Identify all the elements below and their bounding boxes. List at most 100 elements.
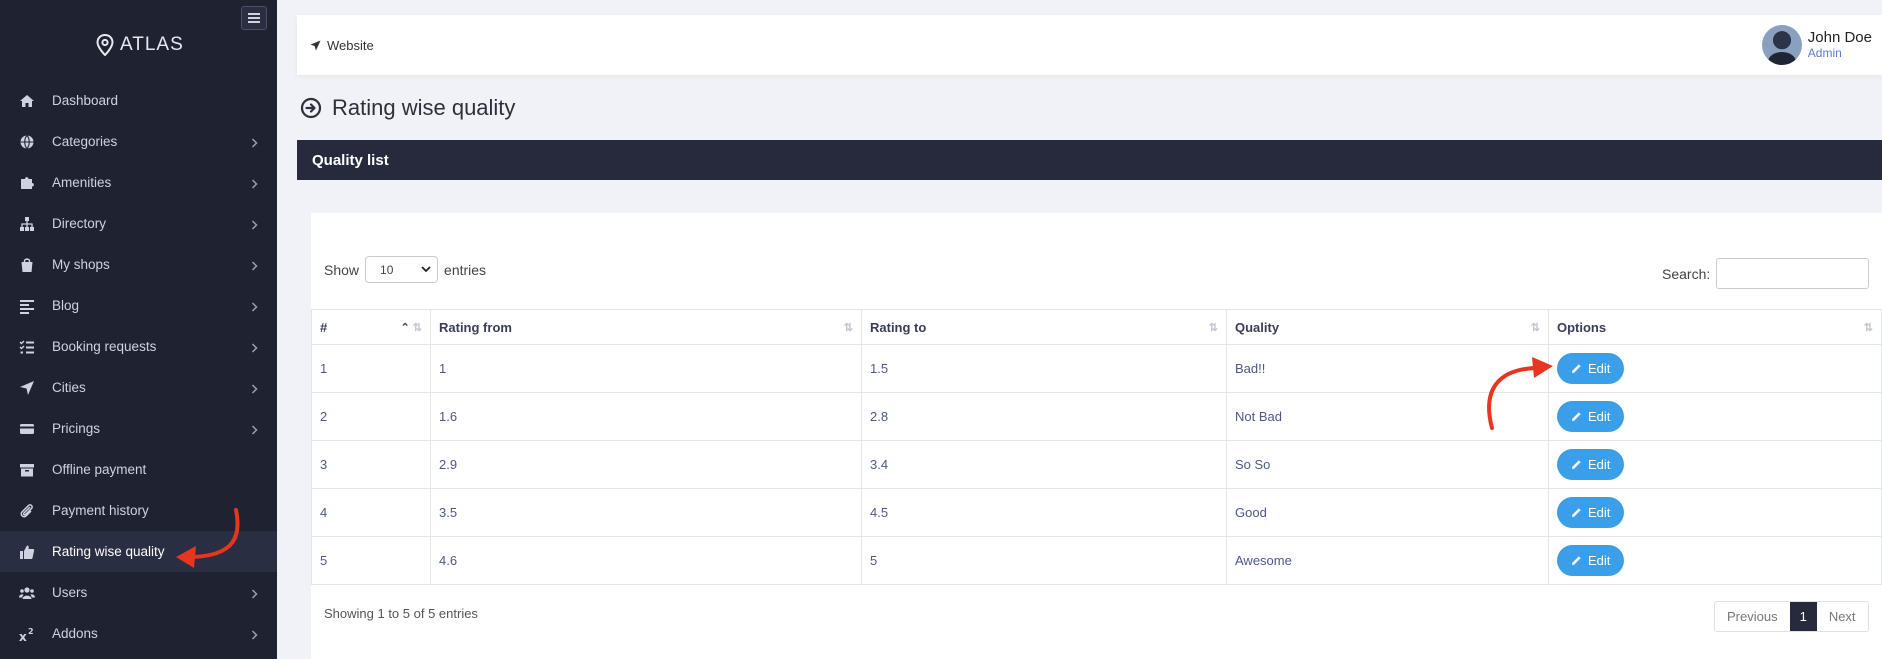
edit-label: Edit bbox=[1588, 361, 1611, 376]
next-button[interactable]: Next bbox=[1817, 602, 1868, 631]
table-row: 2 1.6 2.8 Not Bad Edit bbox=[311, 392, 1882, 441]
hamburger-icon bbox=[248, 13, 260, 23]
pencil-icon bbox=[1571, 460, 1581, 470]
cell-rating-to: 5 bbox=[861, 536, 1227, 585]
sidebar-item-pricings[interactable]: Pricings bbox=[0, 408, 277, 449]
sidebar-item-rating-wise-quality[interactable]: Rating wise quality bbox=[0, 531, 277, 572]
website-link[interactable]: Website bbox=[310, 38, 374, 53]
cell-quality: Bad!! bbox=[1226, 344, 1549, 393]
brand-logo[interactable]: ATLAS bbox=[96, 34, 184, 56]
search-label: Search: bbox=[1662, 265, 1711, 282]
search-input[interactable] bbox=[1716, 258, 1870, 289]
card-header: Quality list bbox=[297, 140, 1882, 180]
cell-rating-to: 4.5 bbox=[861, 488, 1227, 537]
page-title-text: Rating wise quality bbox=[332, 95, 516, 120]
avatar bbox=[1761, 25, 1802, 65]
website-label: Website bbox=[327, 38, 374, 53]
sort-icon: ⇅ bbox=[1863, 322, 1873, 334]
svg-text:x: x bbox=[19, 630, 27, 642]
sidebar-item-label: Payment history bbox=[52, 503, 149, 518]
sidebar-item-offline-payment[interactable]: Offline payment bbox=[0, 449, 277, 490]
puzzle-icon bbox=[18, 174, 36, 192]
cell-options: Edit bbox=[1548, 536, 1882, 585]
pencil-icon bbox=[1571, 508, 1581, 518]
chevron-right-icon bbox=[251, 341, 258, 356]
sidebar-nav: Dashboard Categories Amenities Directory My … bbox=[0, 80, 277, 654]
sidebar-item-dashboard[interactable]: Dashboard bbox=[0, 80, 277, 121]
cell-rating-from: 3.5 bbox=[430, 488, 862, 537]
column-header-rating-to[interactable]: Rating to ⇅ bbox=[861, 309, 1227, 345]
chevron-right-icon bbox=[251, 259, 258, 274]
user-menu[interactable]: John Doe Admin bbox=[1761, 25, 1872, 65]
sidebar-item-label: My shops bbox=[52, 257, 110, 272]
chevron-right-icon bbox=[251, 218, 258, 233]
cell-quality: So So bbox=[1226, 440, 1549, 489]
sidebar-item-label: Amenities bbox=[52, 175, 112, 190]
sidebar-item-categories[interactable]: Categories bbox=[0, 121, 277, 162]
edit-button[interactable]: Edit bbox=[1557, 449, 1625, 480]
table-header-row: # ⌃ ⇅ Rating from ⇅ Rating to ⇅ Quality ⇅ Op… bbox=[311, 309, 1882, 345]
thumbs-up-icon bbox=[18, 543, 36, 561]
tasks-icon bbox=[18, 338, 36, 356]
user-name: John Doe bbox=[1807, 29, 1872, 47]
sidebar-item-amenities[interactable]: Amenities bbox=[0, 162, 277, 203]
edit-button[interactable]: Edit bbox=[1557, 401, 1625, 432]
column-header-options[interactable]: Options ⇅ bbox=[1548, 309, 1882, 345]
sidebar-item-label: Pricings bbox=[52, 421, 101, 436]
chevron-right-icon bbox=[251, 177, 258, 192]
cell-quality: Not Bad bbox=[1226, 392, 1549, 441]
location-arrow-icon bbox=[18, 379, 36, 397]
sidebar-item-label: Offline payment bbox=[52, 462, 147, 477]
edit-button[interactable]: Edit bbox=[1557, 497, 1625, 528]
sidebar-item-booking-requests[interactable]: Booking requests bbox=[0, 326, 277, 367]
cell-options: Edit bbox=[1548, 440, 1882, 489]
cell-number: 2 bbox=[311, 392, 431, 441]
sidebar-item-payment-history[interactable]: Payment history bbox=[0, 490, 277, 531]
sidebar-item-label: Blog bbox=[52, 298, 80, 313]
chevron-right-icon bbox=[251, 587, 258, 602]
map-pin-icon bbox=[96, 34, 114, 56]
column-header-rating-from[interactable]: Rating from ⇅ bbox=[430, 309, 862, 345]
cell-number: 1 bbox=[311, 344, 431, 393]
edit-label: Edit bbox=[1588, 457, 1611, 472]
sidebar-item-my-shops[interactable]: My shops bbox=[0, 244, 277, 285]
previous-button[interactable]: Previous bbox=[1715, 602, 1790, 631]
page-1-button[interactable]: 1 bbox=[1789, 602, 1817, 631]
archive-icon bbox=[18, 461, 36, 479]
pencil-icon bbox=[1571, 364, 1581, 374]
chevron-right-icon bbox=[251, 300, 258, 315]
table-row: 5 4.6 5 Awesome Edit bbox=[311, 536, 1882, 585]
shopping-bag-icon bbox=[18, 256, 36, 274]
menu-toggle-button[interactable] bbox=[241, 6, 267, 30]
sidebar: ATLAS Dashboard Categories Amenities Direct… bbox=[0, 0, 277, 659]
entries-select[interactable]: 10 bbox=[365, 256, 439, 283]
edit-button[interactable]: Edit bbox=[1557, 353, 1625, 384]
table-row: 1 1 1.5 Bad!! Edit bbox=[311, 344, 1882, 393]
page-title: Rating wise quality bbox=[300, 95, 515, 121]
cell-number: 4 bbox=[311, 488, 431, 537]
entries-label: entries bbox=[444, 261, 487, 278]
home-icon bbox=[18, 92, 36, 110]
sidebar-item-label: Booking requests bbox=[52, 339, 157, 354]
paperclip-icon bbox=[18, 502, 36, 520]
sidebar-item-label: Users bbox=[52, 585, 88, 600]
column-header-number[interactable]: # ⌃ ⇅ bbox=[311, 309, 431, 345]
sidebar-item-label: Addons bbox=[52, 626, 98, 641]
sidebar-item-addons[interactable]: x 2 Addons bbox=[0, 613, 277, 654]
sidebar-item-directory[interactable]: Directory bbox=[0, 203, 277, 244]
sidebar-item-label: Directory bbox=[52, 216, 107, 231]
cell-options: Edit bbox=[1548, 488, 1882, 537]
edit-button[interactable]: Edit bbox=[1557, 545, 1625, 576]
chevron-right-icon bbox=[251, 628, 258, 643]
paper-plane-icon bbox=[310, 40, 321, 51]
search: Search: bbox=[1662, 258, 1870, 289]
show-entries: Show 10 entries bbox=[324, 256, 486, 283]
sidebar-item-cities[interactable]: Cities bbox=[0, 367, 277, 408]
sitemap-icon bbox=[18, 215, 36, 233]
column-header-quality[interactable]: Quality ⇅ bbox=[1226, 309, 1549, 345]
svg-text:2: 2 bbox=[28, 627, 34, 636]
cell-rating-to: 3.4 bbox=[861, 440, 1227, 489]
cell-options: Edit bbox=[1548, 344, 1882, 393]
sidebar-item-blog[interactable]: Blog bbox=[0, 285, 277, 326]
sidebar-item-users[interactable]: Users bbox=[0, 572, 277, 613]
